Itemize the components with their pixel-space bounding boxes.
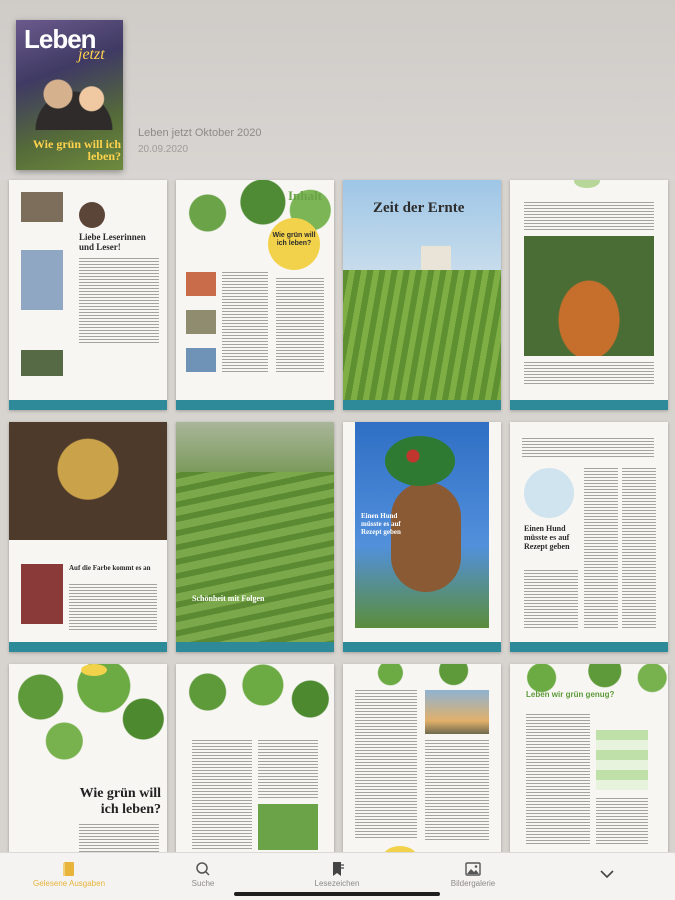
tab-label: Lesezeichen	[314, 879, 360, 888]
tab-gallery[interactable]: Bildergalerie	[418, 859, 528, 895]
text-column	[192, 740, 252, 850]
page-thumbnail[interactable]	[510, 180, 668, 410]
page-photo	[186, 272, 216, 296]
text-column	[584, 468, 618, 628]
bee-photo	[258, 804, 318, 850]
issue-date: 20.09.2020	[138, 144, 189, 155]
page-thumbnail[interactable]: Liebe Leserinnen und Leser!	[9, 180, 167, 410]
tab-search[interactable]: Suche	[148, 859, 258, 895]
text-column	[355, 690, 417, 840]
page-footer-bar	[176, 642, 334, 652]
page-thumbnail[interactable]: Auf die Farbe kommt es an	[9, 422, 167, 652]
text-column	[524, 202, 654, 230]
page-headline: Einen Hund müsste es auf Rezept geben	[361, 512, 401, 536]
page-footer-bar	[343, 642, 501, 652]
vine-decoration	[176, 664, 334, 734]
page-thumbnail[interactable]: Einen Hund müsste es auf Rezept geben	[510, 422, 668, 652]
cover-badge: Wie grün will ich leben?	[268, 218, 320, 270]
page-headline: Liebe Leserinnen und Leser!	[79, 232, 146, 252]
bookmark-icon	[333, 862, 344, 876]
text-column	[596, 798, 648, 844]
page-footer-bar	[9, 642, 167, 652]
text-column	[79, 258, 159, 344]
author-avatar	[79, 202, 105, 228]
page-photo	[21, 250, 63, 310]
book-icon	[63, 862, 74, 876]
issue-header: Leben jetzt Wie grün will ich leben? Leb…	[0, 0, 675, 180]
page-photo	[21, 192, 63, 222]
grapes-photo	[21, 564, 63, 624]
page-photo	[186, 348, 216, 372]
page-headline: Zeit der Ernte	[373, 200, 465, 216]
text-column	[526, 714, 590, 844]
page-thumbnail[interactable]: Zeit der Ernte	[343, 180, 501, 410]
mountain-photo	[176, 422, 334, 472]
page-footer-bar	[176, 400, 334, 410]
text-column	[222, 272, 268, 372]
page-headline: Einen Hund müsste es auf Rezept geben	[524, 524, 570, 551]
cover-headline: Wie grün will ich leben?	[32, 137, 121, 163]
page-footer-bar	[343, 400, 501, 410]
page-thumbnail-grid: Liebe Leserinnen und Leser! Inhalt Wie g…	[9, 180, 669, 894]
tab-bookmarks[interactable]: Lesezeichen	[282, 859, 392, 895]
issue-title: Leben jetzt Oktober 2020	[138, 127, 262, 139]
search-icon	[196, 862, 210, 876]
church-photo	[421, 246, 451, 270]
page-tab-marker	[81, 664, 107, 676]
page-thumbnail[interactable]: Einen Hund müsste es auf Rezept geben	[343, 422, 501, 652]
cover-photo	[34, 70, 114, 130]
page-headline: Leben wir grün genug?	[526, 690, 615, 699]
text-column	[622, 468, 656, 628]
cover-logo-sub: jetzt	[78, 46, 105, 63]
page-footer-bar	[9, 400, 167, 410]
data-table	[596, 730, 648, 790]
text-column	[522, 438, 654, 458]
carrots-photo	[524, 236, 654, 356]
text-column	[524, 570, 578, 630]
cow-head	[391, 482, 461, 592]
page-headline: Wie grün will ich leben?	[79, 786, 161, 817]
page-headline: Inhalt	[288, 188, 322, 203]
page-footer-bar	[510, 642, 668, 652]
chevron-down-icon[interactable]	[598, 867, 616, 881]
windmill-photo	[425, 690, 489, 734]
tab-label: Suche	[191, 879, 215, 888]
vine-decoration	[9, 664, 167, 774]
vineyard-photo	[343, 270, 501, 400]
text-column	[258, 740, 318, 800]
text-column	[524, 362, 654, 386]
issue-cover-image[interactable]: Leben jetzt Wie grün will ich leben?	[16, 20, 123, 170]
page-headline: Auf die Farbe kommt es an	[69, 564, 151, 572]
dog-illustration	[524, 468, 574, 518]
text-column	[425, 740, 489, 840]
text-column	[276, 278, 324, 374]
page-photo	[21, 350, 63, 376]
altar-photo	[9, 422, 167, 540]
text-column	[69, 584, 157, 630]
page-headline: Schönheit mit Folgen	[192, 594, 265, 603]
page-tab-marker	[574, 180, 600, 188]
page-photo	[186, 310, 216, 334]
flower-crown	[385, 436, 455, 486]
page-footer-bar	[510, 400, 668, 410]
home-indicator	[234, 892, 440, 896]
tab-label: Bildergalerie	[450, 879, 496, 888]
page-thumbnail[interactable]: Schönheit mit Folgen	[176, 422, 334, 652]
gallery-icon	[465, 862, 481, 876]
tab-label: Gelesene Ausgaben	[32, 879, 106, 888]
vine-decoration	[343, 664, 501, 686]
page-thumbnail[interactable]: Inhalt Wie grün will ich leben?	[176, 180, 334, 410]
tab-read-issues[interactable]: Gelesene Ausgaben	[14, 859, 124, 895]
